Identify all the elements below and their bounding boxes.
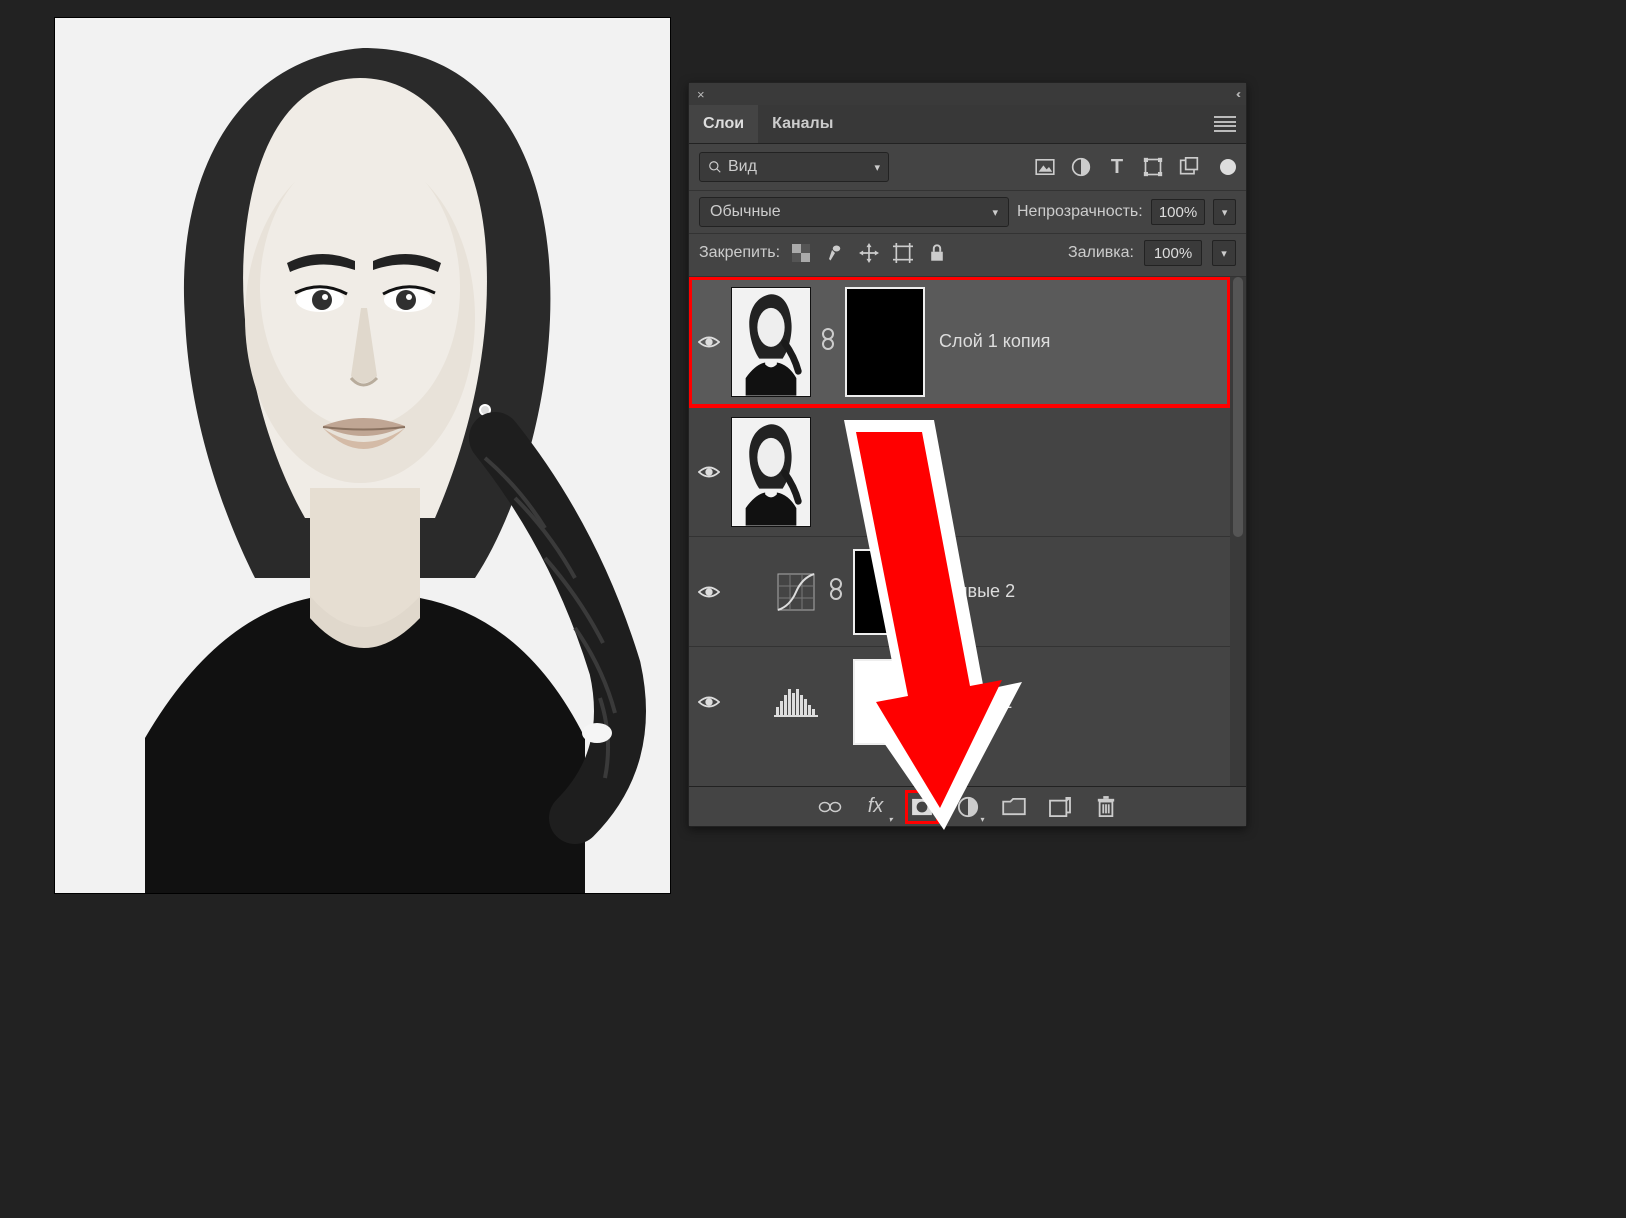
filter-type-label: Вид — [728, 158, 757, 176]
panel-tabs: Слои Каналы — [689, 105, 1246, 144]
visibility-eye-icon[interactable] — [698, 694, 720, 710]
visibility-eye-icon[interactable] — [698, 584, 720, 600]
fill-label: Заливка: — [1068, 244, 1134, 262]
lock-paint-icon[interactable] — [824, 242, 846, 264]
filter-toggle-icon[interactable] — [1220, 159, 1236, 175]
close-icon[interactable]: × — [697, 87, 705, 102]
panel-menu-icon[interactable] — [1214, 116, 1236, 132]
filter-image-icon[interactable] — [1034, 156, 1056, 178]
layer-row[interactable]: Слой 1 копия — [689, 277, 1230, 407]
layer-row[interactable] — [689, 407, 1230, 537]
canvas-image[interactable] — [55, 18, 670, 893]
layer-row[interactable]: Уровни 1 — [689, 647, 1230, 757]
filter-adjustment-icon[interactable] — [1070, 156, 1092, 178]
layer-thumbnail[interactable] — [731, 287, 811, 397]
layer-mask-thumbnail[interactable] — [853, 659, 923, 745]
lock-row: Закрепить: Заливка: 100% ▾ — [689, 234, 1246, 277]
layer-name[interactable]: Уровни 1 — [931, 692, 1012, 713]
fill-dropdown-icon[interactable]: ▾ — [1212, 240, 1236, 266]
link-icon[interactable] — [827, 578, 845, 605]
blend-mode-dropdown[interactable]: Обычные ▾ — [699, 197, 1009, 227]
lock-position-icon[interactable] — [858, 242, 880, 264]
layers-panel: × ‹‹ Слои Каналы Вид ▾ T Обычные — [688, 82, 1247, 827]
layer-mask-thumbnail[interactable] — [845, 287, 925, 397]
filter-row: Вид ▾ T — [689, 144, 1246, 191]
layer-name[interactable]: Кривые 2 — [931, 581, 1015, 602]
levels-adjustment-icon[interactable] — [773, 679, 819, 725]
visibility-eye-icon[interactable] — [698, 334, 720, 350]
filter-type-dropdown[interactable]: Вид ▾ — [699, 152, 889, 182]
lock-artboard-icon[interactable] — [892, 242, 914, 264]
layer-name[interactable]: Слой 1 копия — [933, 331, 1050, 352]
link-icon[interactable] — [819, 328, 837, 355]
opacity-dropdown-icon[interactable]: ▾ — [1213, 199, 1236, 225]
curves-adjustment-icon[interactable] — [773, 569, 819, 615]
opacity-label: Непрозрачность: — [1017, 203, 1143, 221]
lock-label: Закрепить: — [699, 244, 780, 262]
fill-input[interactable]: 100% — [1144, 240, 1202, 266]
layer-fx-icon[interactable]: fx▾ — [863, 794, 889, 820]
new-layer-icon[interactable] — [1047, 794, 1073, 820]
panel-bottom-toolbar: fx▾ ▾ — [689, 786, 1246, 826]
layer-thumbnail[interactable] — [731, 417, 811, 527]
blend-mode-value: Обычные — [710, 203, 781, 221]
tab-channels[interactable]: Каналы — [758, 105, 847, 143]
lock-all-icon[interactable] — [926, 242, 948, 264]
new-adjustment-icon[interactable]: ▾ — [955, 794, 981, 820]
layer-mask-thumbnail[interactable] — [853, 549, 923, 635]
delete-layer-icon[interactable] — [1093, 794, 1119, 820]
collapse-icon[interactable]: ‹‹ — [1236, 87, 1238, 101]
scrollbar[interactable] — [1230, 277, 1246, 786]
filter-smart-icon[interactable] — [1178, 156, 1200, 178]
layer-row[interactable]: Кривые 2 — [689, 537, 1230, 647]
add-mask-icon[interactable] — [909, 794, 935, 820]
chevron-down-icon: ▾ — [992, 206, 998, 219]
opacity-input[interactable]: 100% — [1151, 199, 1206, 225]
filter-type-icon[interactable]: T — [1106, 156, 1128, 178]
link-layers-icon[interactable] — [817, 794, 843, 820]
blend-row: Обычные ▾ Непрозрачность: 100% ▾ — [689, 191, 1246, 234]
panel-topbar: × ‹‹ — [689, 83, 1246, 105]
search-icon — [708, 160, 722, 174]
visibility-eye-icon[interactable] — [698, 464, 720, 480]
layers-list: Слой 1 копия Кривые 2 — [689, 277, 1246, 786]
chevron-down-icon: ▾ — [874, 161, 880, 174]
new-group-icon[interactable] — [1001, 794, 1027, 820]
tab-layers[interactable]: Слои — [689, 105, 758, 143]
filter-shape-icon[interactable] — [1142, 156, 1164, 178]
lock-transparency-icon[interactable] — [790, 242, 812, 264]
